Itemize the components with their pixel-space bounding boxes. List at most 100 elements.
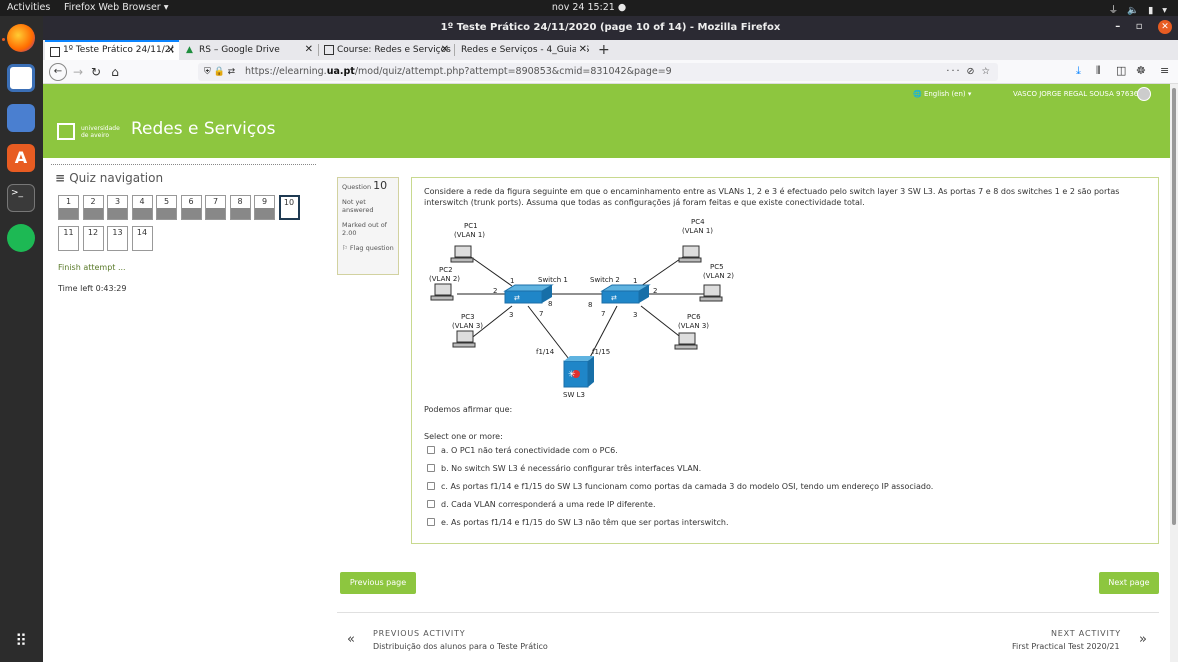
system-clock[interactable]: nov 24 15:21 ● bbox=[0, 2, 1178, 13]
checkbox[interactable] bbox=[427, 518, 435, 526]
chevron-right-icon[interactable]: » bbox=[1139, 632, 1147, 647]
divider bbox=[337, 612, 1159, 613]
question-nav-button[interactable]: 9 bbox=[254, 195, 275, 220]
pc-icon bbox=[699, 284, 723, 302]
svg-text:✳: ✳ bbox=[568, 370, 576, 380]
course-title[interactable]: Redes e Serviços bbox=[131, 119, 276, 139]
files-icon[interactable] bbox=[7, 104, 35, 132]
chevron-left-icon[interactable]: « bbox=[347, 632, 355, 647]
pc3-label: PC3 bbox=[461, 313, 475, 321]
question-nav-button[interactable]: 13 bbox=[107, 226, 128, 251]
language-menu[interactable]: 🌐 English (en) ▾ bbox=[913, 90, 971, 98]
library-icon[interactable]: ⫴ bbox=[1096, 64, 1101, 78]
close-tab-icon[interactable]: ✕ bbox=[575, 40, 587, 60]
question-nav-button[interactable]: 5 bbox=[156, 195, 177, 220]
checkbox[interactable] bbox=[427, 482, 435, 490]
answer-option-a[interactable]: a. O PC1 não terá conectividade com o PC… bbox=[427, 446, 618, 455]
status-bar bbox=[230, 208, 250, 219]
checkbox[interactable] bbox=[427, 500, 435, 508]
question-nav-button[interactable]: 4 bbox=[131, 195, 153, 220]
avatar[interactable] bbox=[1137, 87, 1151, 101]
drive-icon: ▲ bbox=[186, 45, 193, 55]
close-tab-icon[interactable]: ✕ bbox=[167, 42, 175, 59]
close-tab-icon[interactable]: ✕ bbox=[441, 40, 449, 60]
menu-icon: ≡ bbox=[55, 171, 70, 185]
firefox-icon[interactable] bbox=[7, 24, 35, 52]
question-nav-button[interactable]: 11 bbox=[58, 226, 79, 251]
quiz-nav-title: ≡ Quiz navigation bbox=[55, 171, 164, 185]
pc4-vlan: (VLAN 1) bbox=[682, 227, 713, 235]
show-apps-icon[interactable]: ⠿ bbox=[7, 628, 35, 656]
downloads-icon[interactable]: ⤓ bbox=[1076, 64, 1081, 78]
maximize-icon[interactable]: ▫ bbox=[1136, 21, 1143, 32]
answer-option-d[interactable]: d. Cada VLAN corresponderá a uma rede IP… bbox=[427, 500, 656, 509]
url-bar[interactable]: ⛨ 🔒 ⇄ https://elearning.ua.pt/mod/quiz/a… bbox=[198, 63, 998, 81]
pc-icon bbox=[452, 330, 476, 348]
extension-icon[interactable]: ☸ bbox=[1136, 64, 1146, 77]
checkbox[interactable] bbox=[427, 464, 435, 472]
question-nav-button[interactable]: 14 bbox=[131, 226, 153, 251]
answer-option-c[interactable]: c. As portas f1/14 e f1/15 do SW L3 func… bbox=[427, 482, 933, 491]
answer-option-e[interactable]: e. As portas f1/14 e f1/15 do SW L3 não … bbox=[427, 518, 729, 527]
terminal-icon[interactable]: >_ bbox=[7, 184, 35, 212]
next-activity-link[interactable]: First Practical Test 2020/21 bbox=[1012, 642, 1120, 651]
tab-course[interactable]: Course: Redes e Serviços ✕ bbox=[319, 40, 453, 60]
minimize-icon[interactable]: – bbox=[1115, 21, 1120, 32]
next-page-button[interactable]: Next page bbox=[1099, 572, 1159, 594]
close-tab-icon[interactable]: ✕ bbox=[305, 40, 313, 60]
time-left: Time left 0:43:29 bbox=[58, 284, 127, 293]
previous-activity-link[interactable]: Distribuição dos alunos para o Teste Prá… bbox=[373, 642, 548, 651]
status-bar bbox=[132, 208, 152, 219]
new-tab-icon[interactable]: + bbox=[598, 40, 610, 60]
tab-quiz[interactable]: 1º Teste Prático 24/11/2( ✕ bbox=[45, 40, 179, 60]
reload-icon[interactable]: ↻ bbox=[87, 63, 105, 81]
system-tray[interactable]: ⏚ 🔈 ▮ ▾ bbox=[1109, 2, 1170, 16]
back-icon[interactable]: ← bbox=[49, 63, 67, 81]
forward-icon[interactable]: → bbox=[69, 63, 87, 81]
question-nav-button[interactable]: 2 bbox=[82, 195, 104, 220]
tab-guia[interactable]: Redes e Serviços - 4_GuiaRS ✕ bbox=[455, 40, 591, 60]
scrollbar-thumb[interactable] bbox=[1172, 88, 1176, 525]
lock-icon[interactable]: ⛨ 🔒 ⇄ bbox=[204, 63, 235, 81]
previous-page-button[interactable]: Previous page bbox=[340, 572, 416, 594]
finish-attempt-link[interactable]: Finish attempt ... bbox=[58, 263, 126, 272]
answer-option-b[interactable]: b. No switch SW L3 é necessário configur… bbox=[427, 464, 701, 473]
checkbox[interactable] bbox=[427, 446, 435, 454]
port-label: f1/15 bbox=[592, 348, 610, 356]
tab-google-drive[interactable]: ▲ RS – Google Drive ✕ bbox=[181, 40, 317, 60]
switch2-label: Switch 2 bbox=[590, 276, 620, 284]
text-editor-icon[interactable] bbox=[7, 64, 35, 92]
question-nav-button[interactable]: 1 bbox=[58, 195, 79, 220]
menu-icon[interactable]: ≡ bbox=[1160, 64, 1169, 77]
status-bar bbox=[255, 208, 274, 219]
port-label: 8 bbox=[588, 301, 592, 309]
svg-text:⇄: ⇄ bbox=[611, 294, 617, 302]
software-center-icon[interactable]: A bbox=[7, 144, 35, 172]
tab-strip: 1º Teste Prático 24/11/2( ✕ ▲ RS – Googl… bbox=[43, 40, 1178, 60]
question-nav-button[interactable]: 8 bbox=[229, 195, 251, 220]
question-number: 12 bbox=[87, 228, 99, 237]
question-nav-button[interactable]: 12 bbox=[82, 226, 104, 251]
question-number: 2 bbox=[90, 197, 96, 206]
flag-question[interactable]: ⚐ Flag question bbox=[342, 244, 394, 252]
tab-label: Course: Redes e Serviços bbox=[337, 45, 451, 55]
page-actions[interactable]: ··· ⊘ ☆ bbox=[946, 63, 992, 81]
pc-icon bbox=[430, 283, 454, 301]
status-bar bbox=[181, 208, 201, 219]
question-nav-button[interactable]: 10 bbox=[278, 195, 300, 220]
question-nav-button[interactable]: 3 bbox=[107, 195, 128, 220]
home-icon[interactable]: ⌂ bbox=[106, 63, 124, 81]
status-bar bbox=[108, 208, 127, 219]
question-label: Question bbox=[342, 183, 374, 191]
university-logo-icon[interactable] bbox=[57, 123, 75, 140]
logo-text: universidade de aveiro bbox=[81, 125, 120, 139]
spotify-icon[interactable] bbox=[7, 224, 35, 252]
close-window-icon[interactable]: ✕ bbox=[1158, 20, 1172, 34]
pc6-label: PC6 bbox=[687, 313, 701, 321]
question-number: 3 bbox=[114, 197, 121, 206]
question-nav-button[interactable]: 7 bbox=[205, 195, 226, 220]
page-scrollbar[interactable] bbox=[1170, 84, 1178, 662]
sidebar-icon[interactable]: ◫ bbox=[1116, 64, 1126, 77]
user-menu[interactable]: VASCO JORGE REGAL SOUSA 97636 bbox=[1013, 90, 1138, 98]
question-nav-button[interactable]: 6 bbox=[180, 195, 202, 220]
